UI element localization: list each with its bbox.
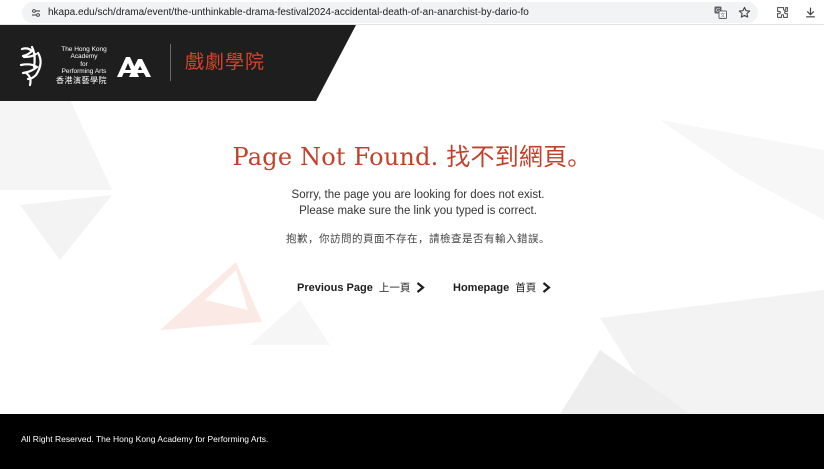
- chevron-right-icon: [417, 282, 426, 293]
- academy-logo[interactable]: The Hong Kong Academy for Performing Art…: [0, 25, 356, 101]
- hkapa-a-mark-icon: [117, 57, 151, 77]
- page-title: Page Not Found. 找不到網頁。: [232, 143, 592, 171]
- error-message-en-2: Please make sure the link you typed is c…: [299, 205, 537, 217]
- copyright-text: All Right Reserved. The Hong Kong Academ…: [21, 434, 269, 444]
- homepage-label: Homepage: [453, 281, 510, 294]
- homepage-label-zh: 首頁: [515, 282, 537, 294]
- error-message-zh: 抱歉，你訪問的頁面不存在，請檢查是否有輸入錯誤。: [286, 233, 550, 245]
- academy-name-en-line1: The Hong Kong Academy: [61, 46, 107, 61]
- homepage-link[interactable]: Homepage 首頁: [453, 280, 551, 295]
- site-footer: All Right Reserved. The Hong Kong Academ…: [0, 414, 824, 469]
- header-divider: [170, 44, 171, 81]
- calligraphy-logo-icon: [19, 45, 42, 87]
- previous-page-label: Previous Page: [297, 281, 373, 294]
- site-header: The Hong Kong Academy for Performing Art…: [0, 25, 824, 102]
- academy-name-zh: 香港演藝學院: [56, 76, 107, 85]
- chevron-right-icon: [543, 282, 551, 293]
- page: hkapa.edu/sch/drama/event/the-unthinkabl…: [0, 0, 824, 469]
- error-message-en-1: Sorry, the page you are looking for does…: [291, 189, 545, 201]
- navigation-links: Previous Page 上一頁 Homepage 首頁: [0, 280, 824, 300]
- academy-name-en-line2: for: [80, 60, 88, 68]
- previous-page-link[interactable]: Previous Page 上一頁: [297, 280, 426, 295]
- main-content: Page Not Found. 找不到網頁。 Sorry, the page y…: [0, 102, 824, 414]
- previous-page-label-zh: 上一頁: [378, 282, 411, 294]
- academy-name-en: The Hong Kong Academy for Performing Art…: [48, 46, 120, 76]
- department-title[interactable]: 戲劇學院: [185, 47, 265, 74]
